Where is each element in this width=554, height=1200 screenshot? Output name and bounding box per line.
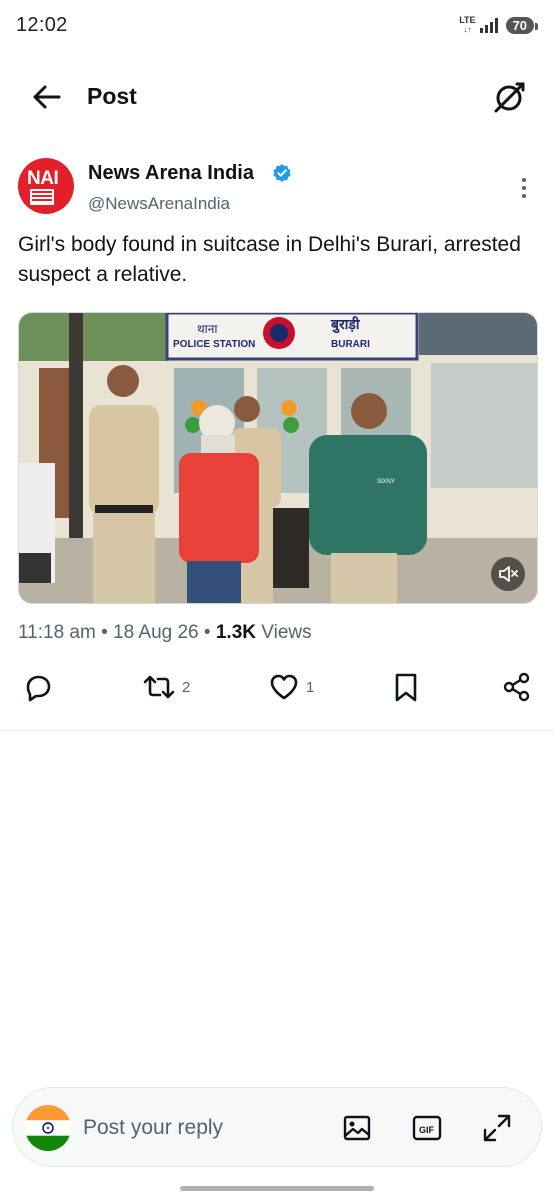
verified-badge-icon — [273, 164, 291, 182]
signal-icon — [479, 17, 498, 33]
post-date[interactable]: 18 Aug 26 — [113, 622, 199, 643]
status-bar: 12:02 LTE ↓↑ 70 — [0, 0, 554, 52]
shirt-brand: SIXNY — [377, 479, 395, 485]
status-time: 12:02 — [16, 14, 68, 36]
add-image-button[interactable] — [341, 1112, 373, 1144]
sign-hindi-right: बुराड़ी — [330, 316, 361, 334]
post-text: Girl's body found in suitcase in Delhi's… — [18, 233, 521, 286]
arrow-left-icon — [33, 85, 61, 109]
gif-icon: GIF — [412, 1115, 442, 1141]
bookmark-icon — [395, 673, 417, 702]
grok-icon — [494, 82, 525, 113]
expand-icon — [483, 1114, 511, 1142]
reply-icon — [26, 675, 51, 702]
grok-button[interactable] — [490, 78, 528, 116]
status-icons: LTE ↓↑ 70 — [459, 15, 539, 35]
repost-count: 2 — [182, 678, 191, 696]
author-avatar[interactable]: NAI — [18, 158, 74, 214]
reply-button[interactable] — [22, 670, 54, 704]
page-title: Post — [87, 83, 137, 109]
author-handle[interactable]: @NewsArenaIndia — [88, 194, 230, 214]
sign-right: BURARI — [331, 339, 370, 350]
dot-icon — [522, 178, 526, 182]
video-frame: थाना POLICE STATION बुराड़ी BURARI SIXNY — [19, 313, 537, 603]
svg-text:GIF: GIF — [419, 1125, 435, 1135]
sign-hindi-left: थाना — [197, 322, 218, 336]
add-gif-button[interactable]: GIF — [411, 1112, 443, 1144]
home-indicator[interactable] — [180, 1186, 374, 1191]
back-button[interactable] — [30, 80, 64, 114]
speaker-muted-icon — [499, 566, 518, 582]
avatar-logo-text: NAI — [27, 168, 59, 189]
india-flag-icon — [25, 1105, 71, 1151]
heart-icon — [270, 674, 298, 700]
user-avatar[interactable] — [25, 1105, 71, 1151]
reply-composer: GIF — [12, 1087, 542, 1167]
bookmark-button[interactable] — [392, 670, 420, 704]
post-video[interactable]: थाना POLICE STATION बुराड़ी BURARI SIXNY — [18, 312, 538, 604]
network-indicator: LTE ↓↑ — [459, 15, 476, 35]
divider — [0, 730, 554, 731]
share-icon — [503, 672, 530, 702]
like-count: 1 — [306, 678, 315, 696]
repost-button[interactable]: 2 — [142, 670, 190, 704]
author-name[interactable]: News Arena India — [88, 162, 254, 185]
expand-composer-button[interactable] — [481, 1112, 513, 1144]
battery-icon: 70 — [505, 16, 539, 34]
post-metadata: 11:18 am • 18 Aug 26 • 1.3K Views — [18, 622, 312, 643]
views-count: 1.3K — [215, 622, 256, 643]
image-icon — [343, 1115, 371, 1141]
views-label: Views — [261, 622, 312, 643]
post-time[interactable]: 11:18 am — [18, 622, 96, 643]
like-button[interactable]: 1 — [268, 670, 314, 704]
share-button[interactable] — [500, 670, 534, 704]
mute-toggle-button[interactable] — [491, 557, 525, 591]
repost-icon — [143, 675, 175, 699]
post-actions: 2 1 — [0, 670, 554, 710]
top-bar: Post — [0, 58, 554, 138]
more-options-button[interactable] — [516, 178, 532, 204]
reply-input[interactable] — [83, 1112, 323, 1144]
sign-left: POLICE STATION — [173, 339, 255, 350]
